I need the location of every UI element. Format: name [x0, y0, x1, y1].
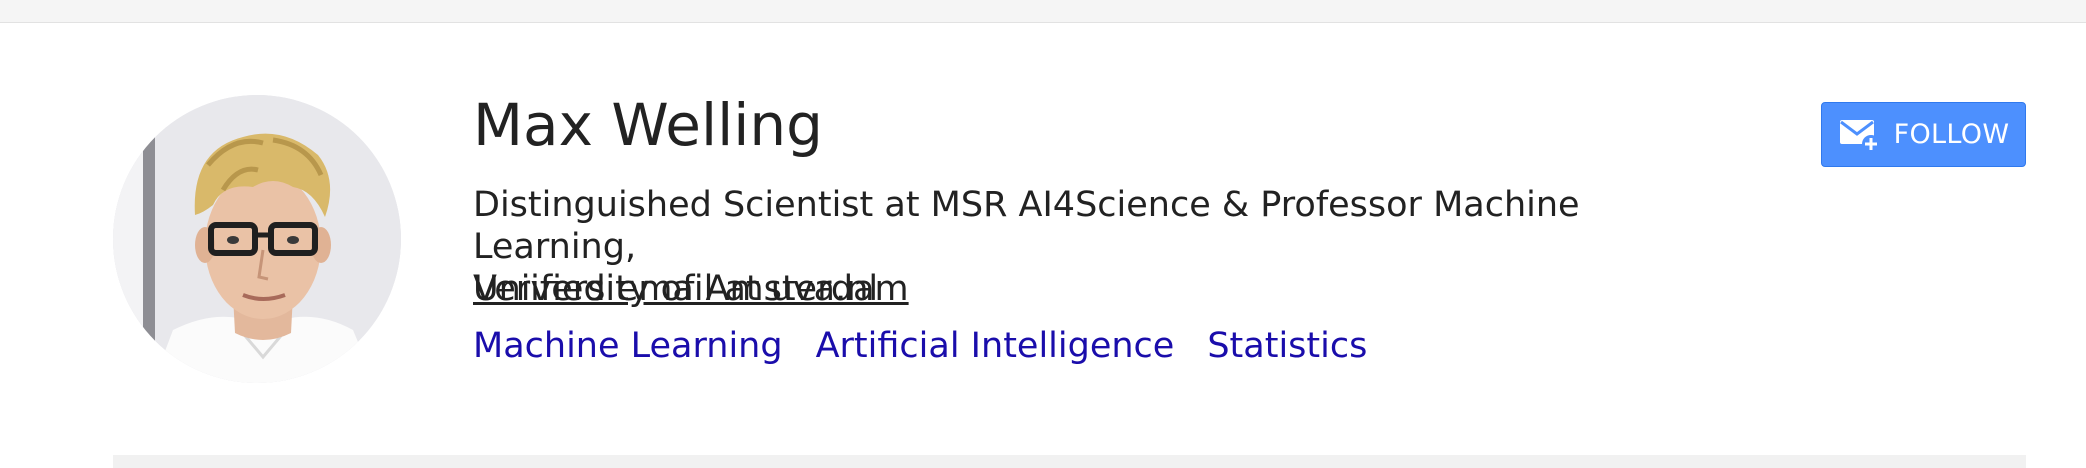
email-plus-icon	[1838, 116, 1882, 154]
interest-link-machine-learning[interactable]: Machine Learning	[473, 326, 783, 366]
verified-email: Verified email at uva.nl	[473, 269, 879, 309]
top-bar	[0, 0, 2086, 23]
section-divider	[113, 455, 2026, 468]
interest-link-statistics[interactable]: Statistics	[1207, 326, 1367, 366]
avatar	[113, 95, 401, 383]
follow-label: FOLLOW	[1893, 119, 2010, 150]
profile-name: Max Welling	[473, 91, 823, 159]
profile-photo	[113, 95, 401, 383]
interest-link-artificial-intelligence[interactable]: Artificial Intelligence	[816, 326, 1175, 366]
interests-list: Machine Learning Artificial Intelligence S…	[473, 325, 1400, 367]
affiliation-text: Distinguished Scientist at MSR AI4Scienc…	[473, 185, 1580, 267]
follow-button[interactable]: FOLLOW	[1821, 102, 2026, 167]
